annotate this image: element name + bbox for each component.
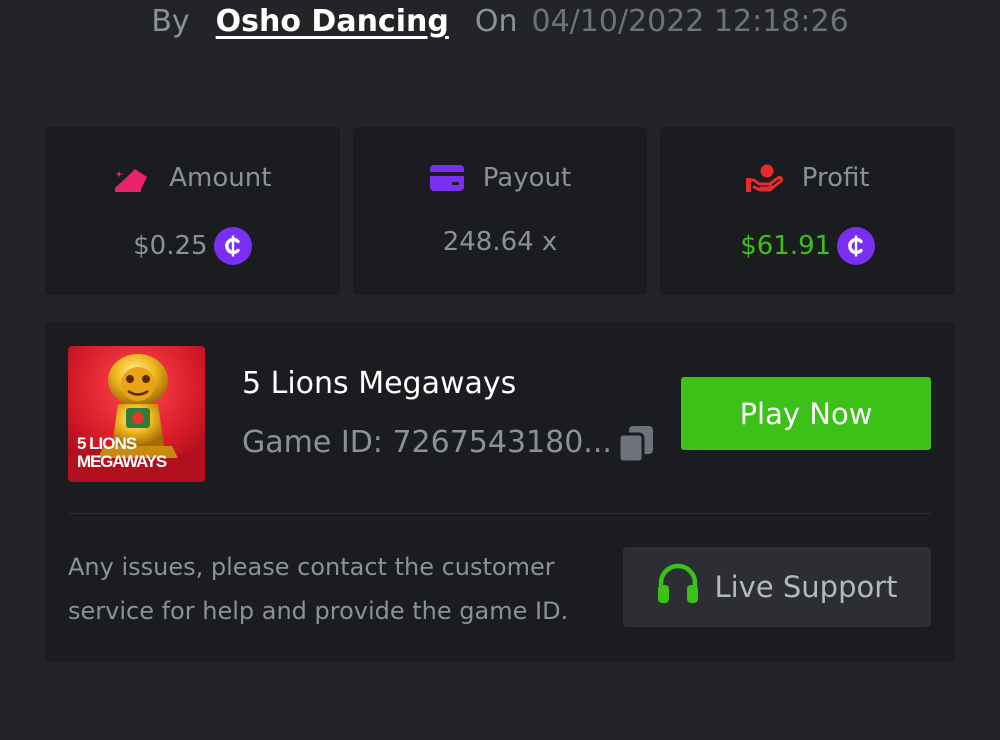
game-card: 5 LIONS MEGAWAYS 5 Lions Megaways Game I…	[45, 322, 955, 662]
game-thumbnail[interactable]: 5 LIONS MEGAWAYS	[68, 346, 205, 482]
live-support-button[interactable]: Live Support	[623, 547, 931, 627]
bet-chips-icon	[113, 163, 151, 193]
credit-card-icon	[429, 164, 465, 192]
payout-value-row: 248.64 x	[353, 227, 648, 257]
by-label: By	[151, 4, 190, 39]
play-now-button[interactable]: Play Now	[681, 377, 931, 450]
profit-value-row: $61.91	[660, 227, 955, 265]
headset-icon	[656, 563, 700, 612]
profit-value: $61.91	[740, 231, 832, 261]
author-link[interactable]: Osho Dancing	[216, 4, 449, 39]
coin-icon	[213, 227, 252, 265]
help-text: Any issues, please contact the customer …	[68, 553, 569, 625]
hand-coin-icon	[745, 163, 784, 193]
profit-header: Profit	[660, 163, 955, 193]
divider	[68, 513, 932, 514]
bet-byline: By Osho Dancing On 04/10/2022 12:18:26	[0, 4, 1000, 40]
game-name[interactable]: 5 Lions Megaways	[242, 366, 516, 401]
copy-icon[interactable]	[617, 424, 655, 468]
game-id: Game ID: 7267543180...	[242, 425, 612, 460]
amount-card: Amount $0.25	[45, 127, 340, 295]
amount-label: Amount	[169, 163, 272, 193]
thumbnail-title-line1: 5 LIONS	[77, 434, 137, 453]
payout-header: Payout	[353, 163, 648, 193]
amount-value: $0.25	[133, 231, 208, 261]
live-support-label: Live Support	[714, 570, 898, 604]
coin-icon	[837, 227, 876, 265]
profit-card: Profit $61.91	[660, 127, 956, 295]
profit-label: Profit	[801, 163, 870, 193]
amount-value-row: $0.25	[45, 227, 340, 265]
payout-value: 248.64 x	[442, 227, 558, 257]
bet-stats: Amount $0.25 Payout 248.64 x Profit $61.…	[45, 127, 956, 295]
payout-label: Payout	[482, 163, 572, 193]
amount-header: Amount	[45, 163, 340, 193]
payout-card: Payout 248.64 x	[352, 127, 648, 295]
on-label: On	[474, 4, 518, 39]
thumbnail-title-line2: MEGAWAYS	[77, 452, 167, 471]
bet-datetime: 04/10/2022 12:18:26	[531, 4, 849, 39]
